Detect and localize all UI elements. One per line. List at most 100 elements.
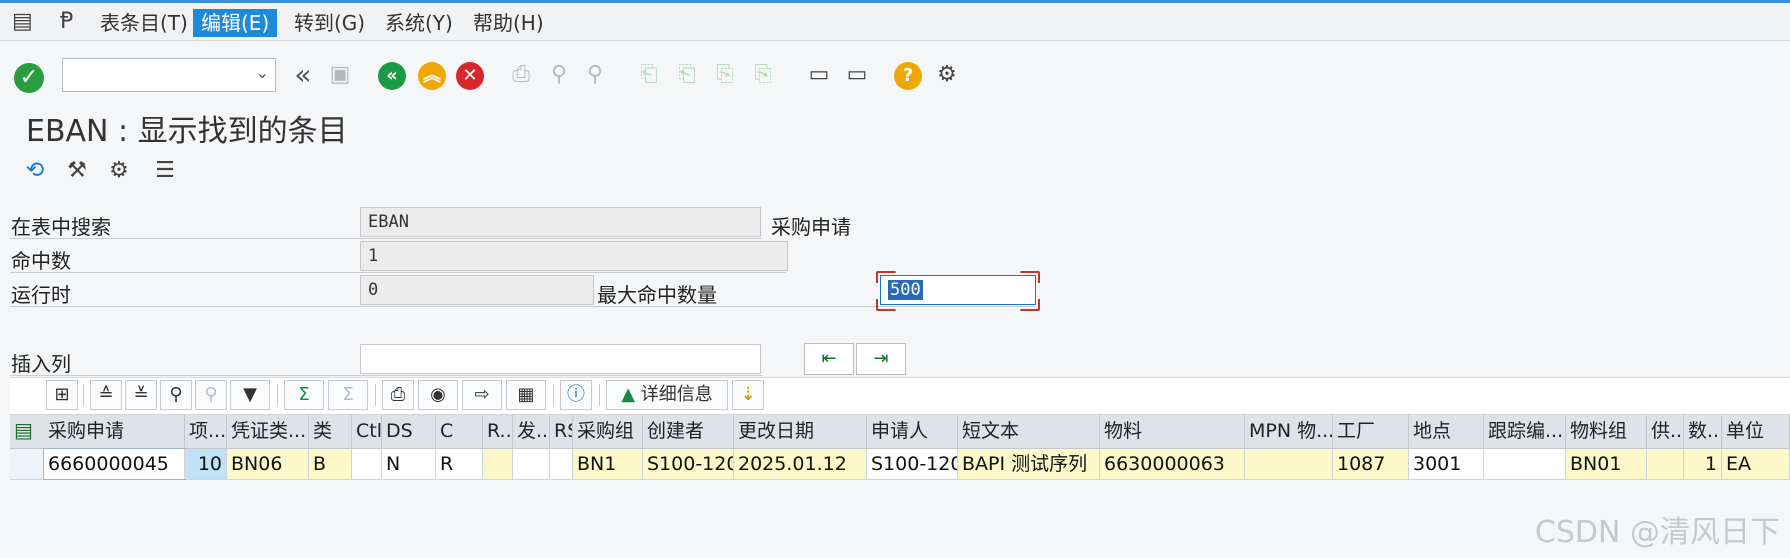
- table-cell[interactable]: [513, 449, 550, 479]
- column-header[interactable]: 地点: [1409, 415, 1484, 448]
- command-field[interactable]: ⌄: [62, 58, 276, 92]
- detail-info-button[interactable]: ▲ 详细信息: [606, 380, 728, 410]
- next-page-icon[interactable]: ⎘: [710, 60, 740, 90]
- sap-logo-icon[interactable]: Ᵽ: [60, 9, 73, 34]
- previous-page-icon[interactable]: ⎗: [672, 60, 702, 90]
- print-icon[interactable]: ⎙: [506, 60, 536, 90]
- row-selector[interactable]: [10, 449, 44, 479]
- table-cell[interactable]: BN1: [573, 449, 643, 479]
- print-preview-button[interactable]: ⎙: [382, 380, 414, 410]
- options-icon[interactable]: ⚙: [104, 156, 134, 186]
- cancel-icon[interactable]: ✕: [456, 62, 484, 90]
- column-header[interactable]: 发...: [513, 415, 550, 448]
- table-cell[interactable]: [352, 449, 382, 479]
- insert-column-input[interactable]: [360, 344, 761, 374]
- column-header[interactable]: 数...: [1684, 415, 1722, 448]
- column-header[interactable]: C: [436, 415, 483, 448]
- find-next-button[interactable]: ⚲: [195, 380, 227, 410]
- column-header[interactable]: 类: [309, 415, 352, 448]
- table-cell[interactable]: [550, 449, 573, 479]
- table-cell[interactable]: B: [309, 449, 352, 479]
- column-header[interactable]: 采购组: [573, 415, 643, 448]
- table-cell[interactable]: 10: [185, 449, 227, 479]
- max-hits-input[interactable]: 500: [880, 275, 1036, 305]
- table-cell[interactable]: S100-120: [867, 449, 958, 479]
- table-cell[interactable]: [1647, 449, 1684, 479]
- create-session-icon[interactable]: ▭: [804, 60, 834, 90]
- column-header[interactable]: 工厂: [1333, 415, 1409, 448]
- sum-button[interactable]: Σ: [284, 380, 324, 410]
- menu-goto[interactable]: 转到(G): [286, 9, 373, 37]
- sort-ascending-button[interactable]: ≙: [90, 380, 122, 410]
- column-header[interactable]: Ctl: [352, 415, 382, 448]
- enter-check-icon[interactable]: ✓: [14, 63, 44, 93]
- remove-column-button[interactable]: ⇥: [856, 343, 906, 375]
- column-header[interactable]: MPN 物...: [1245, 415, 1333, 448]
- find-button[interactable]: ⚲: [160, 380, 192, 410]
- sort-descending-button[interactable]: ≚: [125, 380, 157, 410]
- table-cell[interactable]: BAPI 测试序列: [958, 449, 1100, 479]
- column-header[interactable]: 创建者: [643, 415, 734, 448]
- filter-button[interactable]: ▼: [230, 380, 270, 410]
- table-cell[interactable]: BN01: [1566, 449, 1647, 479]
- column-header[interactable]: 申请人: [867, 415, 958, 448]
- table-cell[interactable]: BN06: [227, 449, 309, 479]
- column-header[interactable]: 物料组: [1566, 415, 1647, 448]
- column-header[interactable]: 单位: [1722, 415, 1790, 448]
- subtotal-button[interactable]: Σ: [328, 380, 368, 410]
- select-all-icon[interactable]: ▤: [14, 418, 33, 442]
- table-cell[interactable]: R: [436, 449, 483, 479]
- last-page-icon[interactable]: ⎘: [748, 60, 778, 90]
- table-cell[interactable]: [1245, 449, 1333, 479]
- find-next-icon[interactable]: ⚲: [580, 60, 610, 90]
- column-header[interactable]: 项...: [185, 415, 227, 448]
- column-header[interactable]: 更改日期: [734, 415, 867, 448]
- details-view-button[interactable]: ⊞: [46, 380, 78, 410]
- sap-menu-icon[interactable]: ▤: [12, 9, 33, 34]
- table-cell[interactable]: 2025.01.12: [734, 449, 867, 479]
- back-icon[interactable]: «: [378, 62, 406, 90]
- column-header[interactable]: 物料: [1100, 415, 1245, 448]
- find-icon[interactable]: ⚲: [544, 60, 574, 90]
- table-cell[interactable]: N: [382, 449, 436, 479]
- table-cell[interactable]: 6660000045: [43, 448, 186, 480]
- sort-button[interactable]: ⇣: [732, 380, 764, 410]
- table-cell[interactable]: [1484, 449, 1566, 479]
- selection-icon[interactable]: ⚒: [62, 156, 92, 186]
- insert-column-button[interactable]: ⇤: [804, 343, 854, 375]
- table-cell[interactable]: 1: [1684, 449, 1722, 479]
- column-header[interactable]: 短文本: [958, 415, 1100, 448]
- column-header[interactable]: RS: [550, 415, 573, 448]
- chevron-down-icon[interactable]: ⌄: [256, 63, 269, 82]
- column-header[interactable]: 采购申请: [44, 415, 185, 448]
- table-cell[interactable]: [483, 449, 513, 479]
- menu-help[interactable]: 帮助(H): [465, 9, 552, 37]
- table-cell[interactable]: 3001: [1409, 449, 1484, 479]
- menu-table-entries[interactable]: 表条目(T): [92, 9, 196, 37]
- menu-edit[interactable]: 编辑(E): [193, 9, 278, 37]
- table-cell[interactable]: EA: [1722, 449, 1790, 479]
- column-header[interactable]: 跟踪编...: [1484, 415, 1566, 448]
- export-button[interactable]: ⇨: [462, 380, 502, 410]
- save-icon[interactable]: ▣: [325, 60, 355, 90]
- shortcut-icon[interactable]: ▭: [842, 60, 872, 90]
- column-header[interactable]: 凭证类...: [227, 415, 309, 448]
- double-chevron-left-icon[interactable]: «: [288, 60, 318, 90]
- column-header[interactable]: DS: [382, 415, 436, 448]
- exit-icon[interactable]: ︽: [418, 62, 446, 90]
- views-button[interactable]: ◉: [418, 380, 458, 410]
- list-icon[interactable]: ☰: [150, 156, 180, 186]
- layout-button[interactable]: ▦: [506, 380, 546, 410]
- settings-gear-icon[interactable]: ⚙: [932, 60, 962, 90]
- first-page-icon[interactable]: ⎗: [634, 60, 664, 90]
- runtime-label: 运行时: [11, 283, 71, 307]
- column-header[interactable]: 供...: [1647, 415, 1684, 448]
- info-button[interactable]: ⓘ: [560, 380, 592, 410]
- table-cell[interactable]: 6630000063: [1100, 449, 1245, 479]
- menu-system[interactable]: 系统(Y): [377, 9, 461, 37]
- table-cell[interactable]: 1087: [1333, 449, 1409, 479]
- help-icon[interactable]: ?: [894, 62, 922, 90]
- column-header[interactable]: R...: [483, 415, 513, 448]
- refresh-icon[interactable]: ⟲: [20, 156, 50, 186]
- table-cell[interactable]: S100-120: [643, 449, 734, 479]
